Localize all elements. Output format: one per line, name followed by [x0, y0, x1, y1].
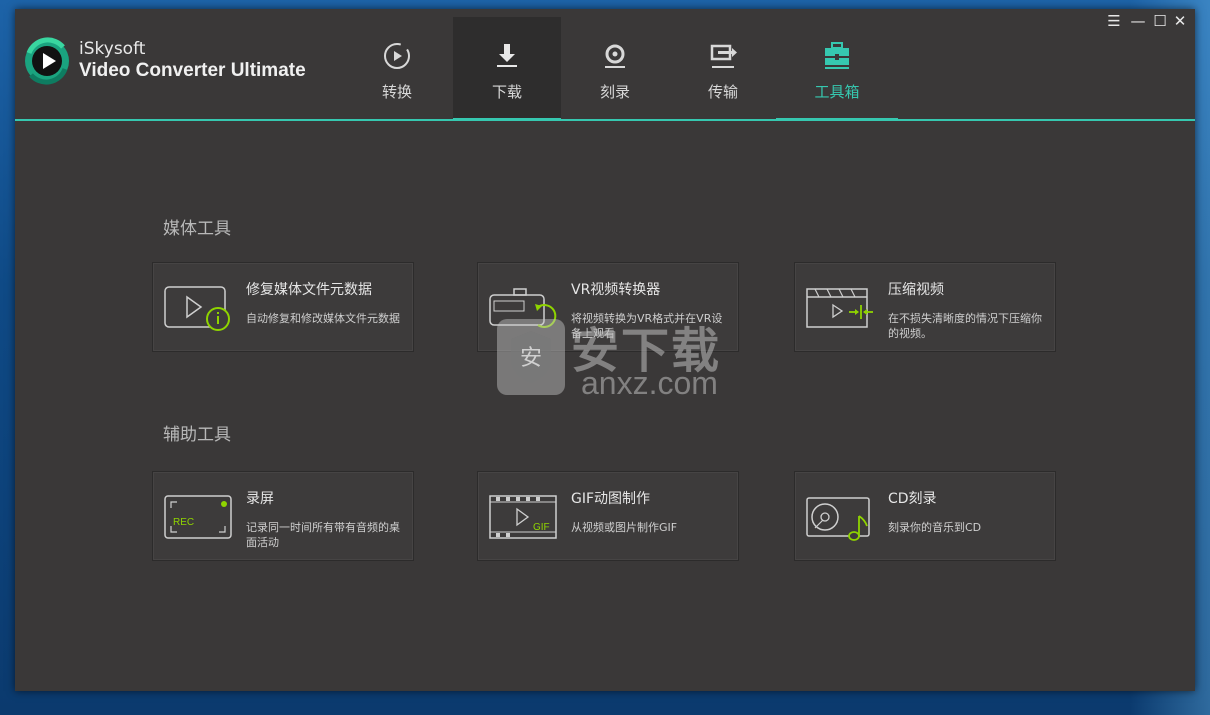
close-icon[interactable]: ✕	[1169, 11, 1191, 31]
minimize-icon[interactable]: —	[1127, 11, 1149, 31]
tool-card-vr-converter[interactable]: VR视频转换器 将视频转换为VR格式并在VR设备上观看	[477, 262, 739, 352]
tool-card-compress-video[interactable]: 压缩视频 在不损失清晰度的情况下压缩你的视频。	[794, 262, 1056, 352]
watermark-url: anxz.com	[581, 365, 718, 401]
tab-transfer[interactable]: 传输	[669, 17, 777, 119]
tool-card-cd-burn[interactable]: CD刻录 刻录你的音乐到CD	[794, 471, 1056, 561]
tool-card-gif-maker[interactable]: GIF GIF动图制作 从视频或图片制作GIF	[477, 471, 739, 561]
card-description: 从视频或图片制作GIF	[571, 521, 678, 534]
vr-headset-icon	[489, 288, 557, 328]
cd-burn-icon	[806, 497, 870, 541]
maximize-icon[interactable]: ☐	[1149, 11, 1171, 31]
rec-label: REC	[173, 517, 194, 528]
card-description: 刻录你的音乐到CD	[888, 521, 982, 534]
app-window: iSkysoft Video Converter Ultimate 转换 下载	[15, 9, 1195, 691]
burn-icon	[605, 44, 625, 68]
card-description: 自动修复和修改媒体文件元数据	[246, 312, 400, 325]
card-title: CD刻录	[888, 491, 937, 507]
card-description: 在不损失清晰度的情况下压缩你的视频。	[888, 312, 1042, 340]
fix-metadata-icon	[164, 286, 230, 331]
tab-label: 工具箱	[814, 83, 860, 101]
menu-icon[interactable]: ☰	[1103, 11, 1125, 31]
card-title: 录屏	[246, 491, 274, 507]
tab-burn[interactable]: 刻录	[561, 17, 669, 119]
card-title: 修复媒体文件元数据	[246, 282, 372, 298]
tool-card-screen-record[interactable]: REC 录屏 记录同一时间所有带有音频的桌面活动	[152, 471, 414, 561]
toolbox-icon	[825, 42, 849, 69]
section-title-media-tools: 媒体工具	[163, 219, 231, 239]
tab-convert[interactable]: 转换	[343, 17, 451, 119]
section-title-assist-tools: 辅助工具	[163, 425, 231, 445]
card-title: 压缩视频	[888, 282, 944, 298]
card-title: VR视频转换器	[571, 282, 661, 298]
transfer-icon	[710, 44, 737, 68]
screen-record-icon: REC	[164, 495, 232, 539]
app-logo-icon	[25, 37, 69, 85]
compress-video-icon	[806, 288, 873, 328]
card-description: 将视频转换为VR格式并在VR设备上观看	[571, 312, 723, 340]
product-name: Video Converter Ultimate	[79, 60, 306, 81]
card-description: 记录同一时间所有带有音频的桌面活动	[246, 521, 400, 549]
tool-card-fix-metadata[interactable]: 修复媒体文件元数据 自动修复和修改媒体文件元数据	[152, 262, 414, 352]
tab-label: 刻录	[599, 83, 630, 101]
tab-download[interactable]: 下载	[453, 17, 561, 121]
brand: iSkysoft Video Converter Ultimate	[79, 39, 306, 83]
title-bar: iSkysoft Video Converter Ultimate 转换 下载	[15, 9, 1195, 121]
card-title: GIF动图制作	[571, 491, 651, 507]
brand-name: iSkysoft	[79, 39, 146, 59]
gif-label: GIF	[533, 522, 550, 533]
gif-maker-icon: GIF	[489, 495, 557, 539]
tab-label: 下载	[491, 83, 522, 101]
tab-label: 转换	[381, 83, 412, 101]
download-icon	[497, 44, 517, 67]
tab-toolbox[interactable]: 工具箱	[776, 17, 898, 121]
tab-label: 传输	[707, 83, 738, 101]
convert-icon	[384, 43, 410, 69]
